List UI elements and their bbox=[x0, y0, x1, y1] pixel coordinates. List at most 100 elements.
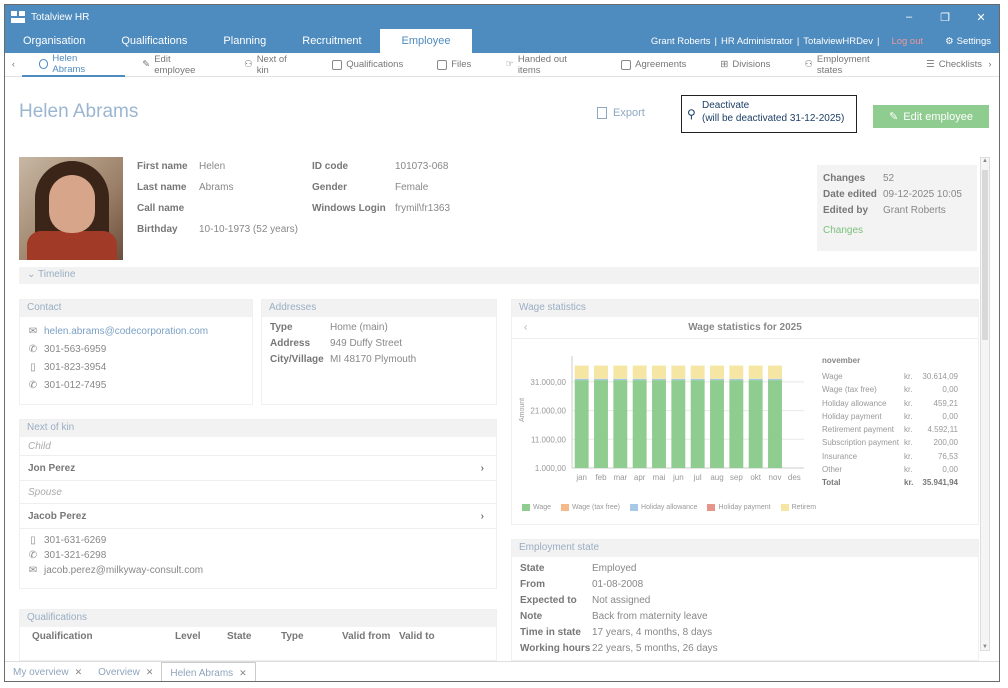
export-button[interactable]: Export bbox=[597, 107, 645, 119]
column-header[interactable]: Valid to bbox=[399, 631, 459, 642]
wage-amount: 4.592,11 bbox=[927, 425, 958, 435]
bar-holiday-allowance bbox=[594, 378, 608, 381]
state-value: Employed bbox=[592, 563, 637, 574]
contact-title: Contact bbox=[20, 300, 252, 317]
subnav-item-qualifications[interactable]: Qualifications bbox=[315, 53, 420, 77]
subnav-item-person[interactable]: Helen Abrams bbox=[21, 53, 126, 77]
tab-recruitment[interactable]: Recruitment bbox=[284, 29, 379, 53]
export-label: Export bbox=[613, 107, 645, 119]
content-scrollbar[interactable]: ▲ ▼ bbox=[980, 157, 990, 651]
contact-phone: 301-563-6959 bbox=[44, 343, 107, 355]
subnav-item-agreements[interactable]: Agreements bbox=[604, 53, 703, 77]
bar-holiday-allowance bbox=[671, 378, 686, 381]
x-tick-label: nov bbox=[769, 473, 782, 482]
time-in-state-label: Time in state bbox=[520, 627, 581, 638]
timeline-toggle[interactable]: ⌄ Timeline bbox=[19, 267, 979, 284]
settings-button[interactable]: ⚙ Settings bbox=[945, 36, 991, 47]
spouse-name: Jacob Perez bbox=[28, 510, 87, 522]
bar-wage bbox=[710, 380, 724, 468]
close-icon[interactable]: ✕ bbox=[239, 668, 247, 679]
address-type-label: Type bbox=[270, 322, 293, 333]
bar-holiday-allowance bbox=[613, 378, 628, 381]
gear-icon: ⚙ bbox=[945, 35, 954, 47]
legend-item[interactable]: Holiday payment bbox=[707, 504, 771, 511]
person-state-icon: ⚇ bbox=[804, 59, 813, 70]
close-icon[interactable]: ✕ bbox=[146, 667, 154, 678]
subnav-left-arrow[interactable]: ‹ bbox=[5, 59, 22, 70]
column-header[interactable]: Valid from bbox=[342, 631, 399, 642]
contact-email[interactable]: helen.abrams@codecorporation.com bbox=[44, 326, 208, 337]
kin-row-child[interactable]: Jon Perez › bbox=[20, 455, 496, 481]
x-tick-label: feb bbox=[595, 473, 607, 482]
tab-organisation[interactable]: Organisation bbox=[5, 29, 103, 53]
close-button[interactable]: ✕ bbox=[963, 5, 999, 29]
subnav-item-divisions[interactable]: ⊞ Divisions bbox=[703, 53, 787, 77]
legend-item[interactable]: Wage (tax free) bbox=[561, 504, 620, 511]
subnav-item-handed-out-items[interactable]: ☞ Handed out items bbox=[488, 53, 604, 77]
legend-item[interactable]: Wage bbox=[522, 504, 551, 511]
bar-retirement-payment bbox=[690, 365, 705, 379]
pencil-icon: ✎ bbox=[142, 59, 151, 70]
qualifications-title: Qualifications bbox=[20, 610, 496, 627]
column-header[interactable]: State bbox=[227, 631, 281, 642]
subnav-item-files[interactable]: Files bbox=[420, 53, 488, 77]
qualifications-panel: Qualifications Qualification Level State… bbox=[19, 609, 497, 661]
minimize-button[interactable]: – bbox=[891, 5, 927, 29]
doc-tab-my-overview[interactable]: My overview ✕ bbox=[5, 662, 90, 682]
tab-qualifications[interactable]: Qualifications bbox=[103, 29, 205, 53]
subnav-item-edit-employee[interactable]: ✎ Edit employee bbox=[125, 53, 227, 77]
legend-item[interactable]: Holiday allowance bbox=[630, 504, 697, 511]
kin-row-spouse[interactable]: Jacob Perez › bbox=[20, 503, 496, 529]
child-label: Child bbox=[28, 441, 51, 452]
hierarchy-icon: ⊞ bbox=[720, 59, 729, 70]
subnav-item-employment-states[interactable]: ⚇ Employment states bbox=[787, 53, 909, 77]
edited-by-label: Edited by bbox=[823, 205, 869, 216]
scrollbar-thumb[interactable] bbox=[982, 170, 988, 340]
scroll-down-arrow[interactable]: ▼ bbox=[981, 644, 989, 650]
wage-statistics-panel: Wage statistics ‹ Wage statistics for 20… bbox=[511, 299, 979, 525]
legend-label: Holiday payment bbox=[718, 504, 771, 511]
restore-button[interactable]: ❐ bbox=[927, 5, 963, 29]
changes-link[interactable]: Changes bbox=[823, 225, 971, 236]
column-header[interactable]: Type bbox=[281, 631, 342, 642]
subnav-item-next-of-kin[interactable]: ⚇ Next of kin bbox=[227, 53, 315, 77]
subnav-right-arrow[interactable]: › bbox=[981, 59, 999, 70]
user-name: Grant Roberts bbox=[650, 35, 711, 47]
next-of-kin-panel: Next of kin Child Jon Perez › Spouse Jac… bbox=[19, 419, 497, 589]
tab-employee[interactable]: Employee bbox=[379, 29, 473, 53]
edit-employee-button[interactable]: ✎ Edit employee bbox=[873, 105, 989, 128]
scroll-up-arrow[interactable]: ▲ bbox=[981, 158, 989, 164]
person-icon bbox=[38, 58, 49, 69]
doc-tab-label: Helen Abrams bbox=[170, 667, 234, 679]
wage-breakdown-row: Holiday allowance kr. 459,21 bbox=[822, 399, 958, 412]
doc-tab-employee[interactable]: Helen Abrams ✕ bbox=[161, 661, 256, 681]
bar-holiday-allowance bbox=[729, 378, 744, 381]
close-icon[interactable]: ✕ bbox=[75, 667, 83, 678]
logout-link[interactable]: Log out bbox=[891, 36, 923, 47]
deactivate-button[interactable]: ⚲ Deactivate (will be deactivated 31-12-… bbox=[681, 95, 857, 133]
city-value: MI 48170 Plymouth bbox=[330, 354, 417, 365]
wage-cur: kr. bbox=[904, 465, 913, 475]
subnav-label: Agreements bbox=[635, 59, 687, 70]
changes-value: 52 bbox=[883, 173, 895, 184]
edited-by-value: Grant Roberts bbox=[883, 205, 946, 216]
deactivate-label: Deactivate bbox=[702, 100, 750, 111]
column-header[interactable]: Qualification bbox=[32, 631, 175, 642]
legend-label: Wage (tax free) bbox=[572, 504, 621, 511]
previous-year-button[interactable]: ‹ bbox=[524, 317, 527, 339]
bar-holiday-allowance bbox=[574, 378, 589, 381]
doc-tab-overview[interactable]: Overview ✕ bbox=[90, 662, 161, 682]
bar-retirement-payment bbox=[652, 365, 666, 379]
x-tick-label: des bbox=[788, 473, 801, 482]
wage-chart-title-text: Wage statistics for 2025 bbox=[688, 322, 802, 333]
column-header[interactable]: Level bbox=[175, 631, 227, 642]
bar-holiday-allowance bbox=[748, 378, 763, 381]
legend-item[interactable]: Retirem bbox=[780, 504, 816, 511]
subnav-label: Checklists bbox=[938, 59, 982, 70]
wage-amount: 0,00 bbox=[942, 385, 958, 395]
id-code-value: 101073-068 bbox=[395, 161, 449, 172]
tab-planning[interactable]: Planning bbox=[205, 29, 284, 53]
first-name-value: Helen bbox=[199, 161, 226, 172]
employee-content: Helen Abrams Export ⚲ Deactivate (will b… bbox=[5, 77, 999, 661]
wage-statistics-title: Wage statistics bbox=[512, 300, 978, 317]
